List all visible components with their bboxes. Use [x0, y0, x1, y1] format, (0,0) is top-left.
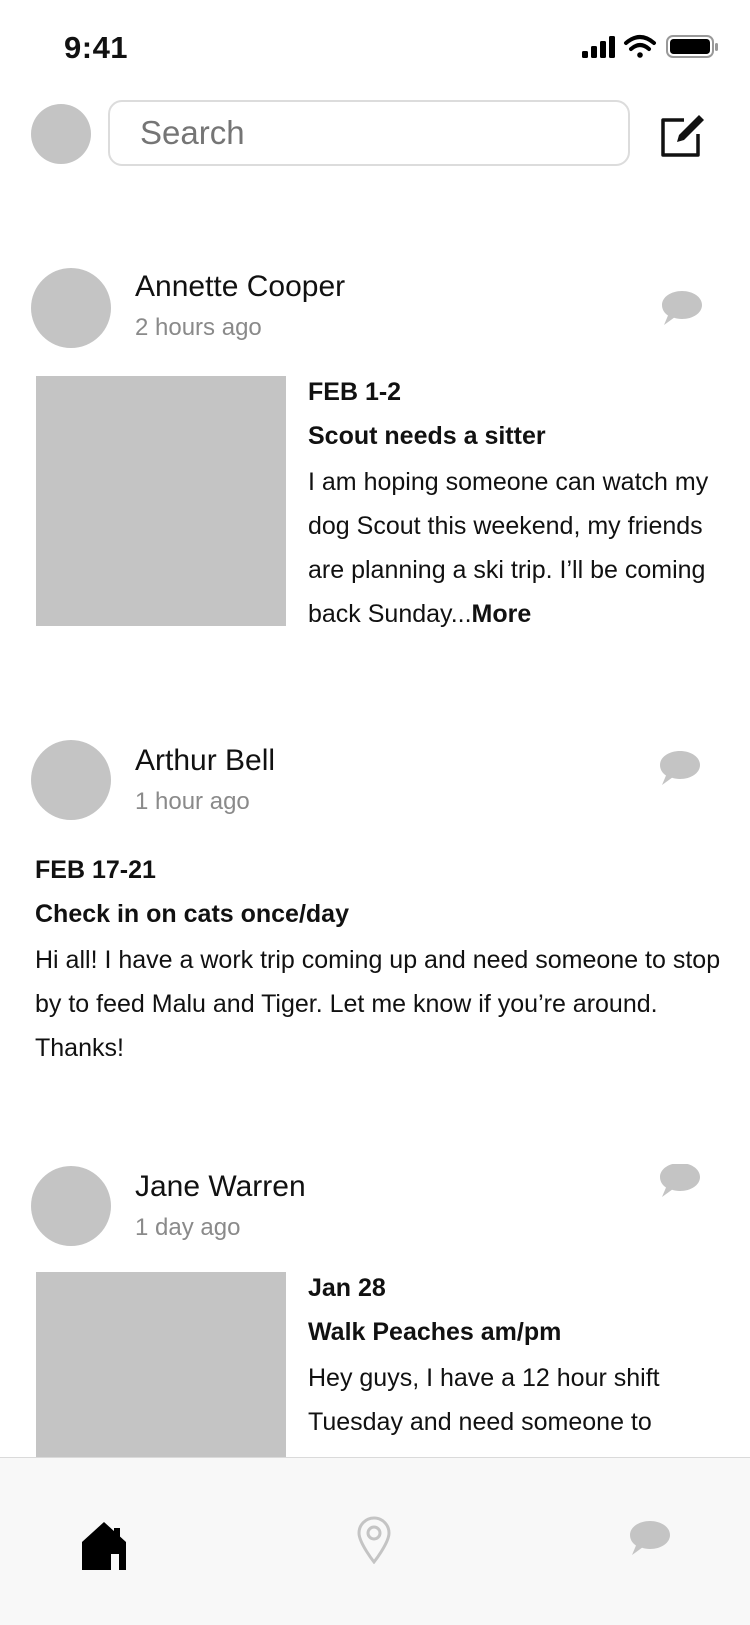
profile-avatar[interactable]: [31, 104, 91, 164]
post-title: Walk Peaches am/pm: [308, 1318, 562, 1346]
author-name[interactable]: Arthur Bell: [135, 744, 275, 778]
more-link[interactable]: More: [472, 600, 532, 628]
battery-icon: [666, 35, 718, 58]
post-time: 2 hours ago: [135, 314, 262, 341]
tab-map[interactable]: [356, 1516, 392, 1564]
message-icon[interactable]: [658, 748, 702, 788]
tab-bar: [0, 1457, 750, 1625]
post-title: Scout needs a sitter: [308, 422, 546, 450]
search-input[interactable]: [108, 100, 630, 166]
wifi-icon: [624, 35, 656, 58]
status-time: 9:41: [64, 30, 129, 65]
cellular-signal-icon: [582, 36, 615, 58]
post-card[interactable]: Jane Warren 1 day ago Jan 28 Walk Peache…: [0, 1164, 750, 1457]
status-icons: [582, 35, 718, 58]
compose-icon[interactable]: [658, 112, 706, 160]
post-dates: Jan 28: [308, 1274, 386, 1302]
post-photo[interactable]: [36, 376, 286, 626]
tab-messages[interactable]: [628, 1518, 672, 1558]
tab-home[interactable]: [82, 1522, 126, 1570]
author-name[interactable]: Annette Cooper: [135, 270, 345, 304]
author-name[interactable]: Jane Warren: [135, 1170, 306, 1204]
post-time: 1 day ago: [135, 1214, 241, 1241]
author-avatar[interactable]: [31, 1166, 111, 1246]
post-body: Hi all! I have a work trip coming up and…: [35, 946, 721, 1062]
message-icon[interactable]: [658, 1164, 702, 1200]
message-icon[interactable]: [660, 288, 704, 328]
author-avatar[interactable]: [31, 740, 111, 820]
post-card[interactable]: Annette Cooper 2 hours ago FEB 1-2 Scout…: [0, 266, 750, 636]
post-body: Hey guys, I have a 12 hour shift Tuesday…: [308, 1364, 660, 1436]
post-dates: FEB 1-2: [308, 378, 402, 406]
map-pin-icon: [357, 1516, 391, 1564]
author-avatar[interactable]: [31, 268, 111, 348]
post-photo[interactable]: [36, 1272, 286, 1457]
post-card[interactable]: Arthur Bell 1 hour ago FEB 17-21 Check i…: [0, 738, 750, 1068]
chat-bubble-icon: [630, 1521, 670, 1555]
post-time: 1 hour ago: [135, 788, 250, 815]
home-icon: [82, 1522, 126, 1570]
post-dates: FEB 17-21: [35, 856, 156, 884]
post-title: Check in on cats once/day: [35, 900, 349, 928]
status-bar: 9:41: [0, 0, 750, 90]
top-bar: [0, 98, 750, 172]
post-body: I am hoping someone can watch my dog Sco…: [308, 460, 728, 636]
